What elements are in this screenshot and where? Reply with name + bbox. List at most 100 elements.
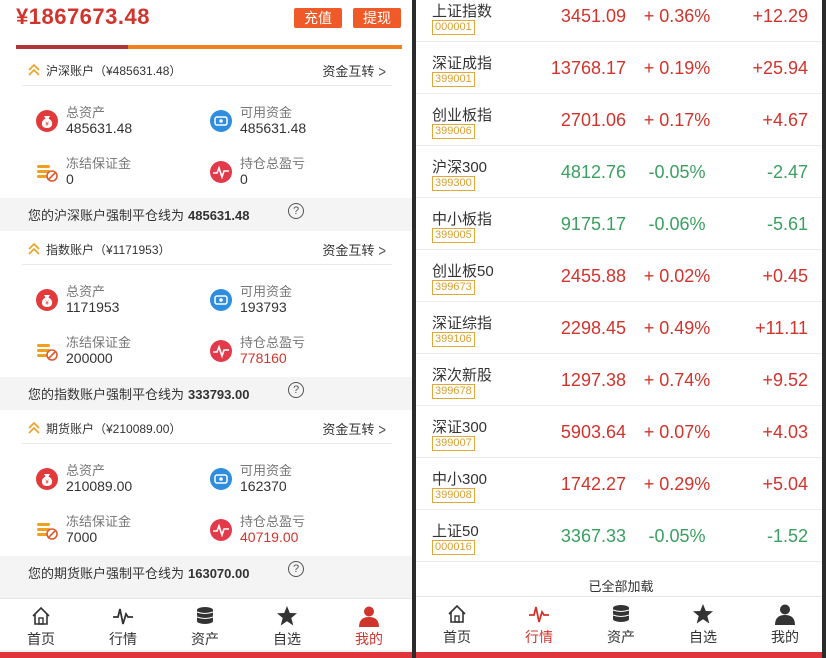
index-change-value: +4.03 (762, 422, 808, 442)
total-assets-value: 485631.48 (66, 120, 133, 136)
market-panel: 上证指数 000001 3451.09 + 0.36% +12.29 深证成指 … (416, 0, 826, 658)
account-card: 期货账户（¥210089.00） 资金互转 > ¥ 总资产 210089.00 可… (0, 410, 412, 556)
pnl-pulse-icon (210, 519, 232, 541)
index-row[interactable]: 沪深300 399300 4812.76 -0.05% -2.47 (416, 146, 826, 198)
index-change-value: +9.52 (762, 370, 808, 390)
tab-star[interactable]: 自选 (662, 597, 744, 649)
wallet-icon (210, 110, 232, 132)
index-change-value: +5.04 (762, 474, 808, 494)
pulse-icon (528, 603, 550, 625)
index-row[interactable]: 上证指数 000001 3451.09 + 0.36% +12.29 (416, 0, 826, 42)
total-assets-label: 总资产 (66, 284, 106, 299)
account-card: 指数账户（¥1171953） 资金互转 > ¥ 总资产 1171953 可用资金 … (0, 231, 412, 377)
index-change-percent: -0.05% (648, 162, 706, 182)
total-amount: ¥1867673.48 (16, 4, 150, 29)
index-code-badge: 399008 (432, 488, 475, 503)
index-price: 5903.64 (560, 422, 626, 442)
double-chevron-up-icon[interactable] (26, 62, 42, 76)
account-header: 指数账户（¥1171953） 资金互转 > (22, 231, 392, 265)
index-row[interactable]: 深证成指 399001 13768.17 + 0.19% +25.94 (416, 42, 826, 94)
liquidation-line-text: 您的指数账户强制平仓线为 333793.00 (28, 384, 249, 403)
index-row[interactable]: 中小300 399008 1742.27 + 0.29% +5.04 (416, 458, 826, 510)
frozen-margin-label: 冻结保证金 (66, 156, 132, 171)
tab-home[interactable]: 首页 (416, 597, 498, 649)
fund-transfer-link[interactable]: 资金互转 > (322, 240, 386, 260)
bottom-tab-bar: 首页 行情 资产 自选 我的 (0, 598, 412, 650)
frozen-margin-value: 7000 (66, 529, 98, 545)
star-icon (692, 603, 714, 625)
fund-transfer-link[interactable]: 资金互转 > (322, 61, 386, 81)
index-name: 上证指数 (432, 3, 493, 20)
index-change-value: +11.11 (755, 318, 808, 338)
tab-user[interactable]: 我的 (328, 599, 410, 651)
moneybag-icon: ¥ (36, 468, 58, 490)
tab-user[interactable]: 我的 (744, 597, 826, 649)
double-chevron-up-icon[interactable] (26, 241, 42, 255)
wallet-icon (210, 289, 232, 311)
tab-label: 行情 (109, 631, 137, 647)
help-question-icon[interactable]: ? (288, 382, 304, 398)
index-row[interactable]: 深证300 399007 5903.64 + 0.07% +4.03 (416, 406, 826, 458)
chevron-right-icon: > (378, 420, 386, 439)
frozen-coins-icon (36, 519, 58, 541)
window-right-edge (822, 0, 826, 658)
tab-pulse[interactable]: 行情 (82, 599, 164, 651)
index-code-badge: 399300 (432, 176, 475, 191)
available-funds-value: 193793 (240, 299, 287, 315)
position-pnl-stat: 持仓总盈亏 778160 (210, 332, 380, 372)
tab-pulse[interactable]: 行情 (498, 597, 580, 649)
double-chevron-up-icon[interactable] (26, 420, 42, 434)
index-price: 3367.33 (560, 526, 626, 546)
withdraw-button[interactable]: 提现 (353, 8, 401, 28)
position-pnl-stat: 持仓总盈亏 0 (210, 153, 380, 193)
fund-transfer-label: 资金互转 (322, 422, 375, 437)
account-card: 沪深账户（¥485631.48） 资金互转 > ¥ 总资产 485631.48 可… (0, 52, 412, 198)
position-pnl-label: 持仓总盈亏 (240, 514, 306, 529)
index-price: 13768.17 (550, 58, 626, 78)
fund-transfer-link[interactable]: 资金互转 > (322, 419, 386, 439)
index-price: 3451.09 (560, 6, 626, 26)
tab-coins[interactable]: 资产 (580, 597, 662, 649)
tab-star[interactable]: 自选 (246, 599, 328, 651)
all-loaded-text: 已全部加载 (588, 579, 654, 594)
index-row[interactable]: 深次新股 399678 1297.38 + 0.74% +9.52 (416, 354, 826, 406)
bottom-red-strip (0, 652, 412, 658)
index-row[interactable]: 深证综指 399106 2298.45 + 0.49% +11.11 (416, 302, 826, 354)
available-funds-value: 162370 (240, 478, 287, 494)
index-change-value: -5.61 (766, 214, 808, 234)
index-name: 深证300 (432, 419, 488, 436)
tab-home[interactable]: 首页 (0, 599, 82, 651)
liquidation-line-value: 163070.00 (188, 566, 250, 581)
fund-transfer-label: 资金互转 (322, 243, 375, 258)
liquidation-line-text: 您的沪深账户强制平仓线为 485631.48 (28, 205, 249, 224)
account-title: 指数账户（¥1171953） (46, 243, 171, 257)
liquidation-line-text: 您的期货账户强制平仓线为 163070.00 (28, 563, 249, 582)
index-row[interactable]: 创业板指 399006 2701.06 + 0.17% +4.67 (416, 94, 826, 146)
position-pnl-label: 持仓总盈亏 (240, 335, 306, 350)
help-question-icon[interactable]: ? (288, 203, 304, 219)
index-row[interactable]: 中小板指 399005 9175.17 -0.06% -5.61 (416, 198, 826, 250)
index-row[interactable]: 上证50 000016 3367.33 -0.05% -1.52 (416, 510, 826, 562)
recharge-button[interactable]: 充值 (294, 8, 342, 28)
index-row[interactable]: 创业板50 399673 2455.88 + 0.02% +0.45 (416, 250, 826, 302)
wallet-icon (210, 468, 232, 490)
pnl-pulse-icon (210, 340, 232, 362)
pnl-pulse-icon (210, 161, 232, 183)
index-change-percent: + 0.02% (643, 266, 711, 286)
tab-label: 行情 (525, 629, 553, 645)
tab-coins[interactable]: 资产 (164, 599, 246, 651)
home-icon (446, 603, 468, 625)
help-question-icon[interactable]: ? (288, 561, 304, 577)
index-change-value: +12.29 (752, 6, 808, 26)
tab-label: 首页 (443, 629, 471, 645)
index-name: 创业板指 (432, 107, 493, 124)
index-code-badge: 399005 (432, 228, 475, 243)
bottom-tab-bar: 首页 行情 资产 自选 我的 (416, 596, 826, 650)
frozen-margin-label: 冻结保证金 (66, 514, 132, 529)
frozen-coins-icon (36, 340, 58, 362)
liquidation-line-label: 您的指数账户强制平仓线为 (28, 387, 185, 402)
tab-label: 自选 (273, 631, 301, 647)
moneybag-icon: ¥ (36, 289, 58, 311)
frozen-coins-icon (36, 161, 58, 183)
index-name: 中小300 (432, 471, 488, 488)
